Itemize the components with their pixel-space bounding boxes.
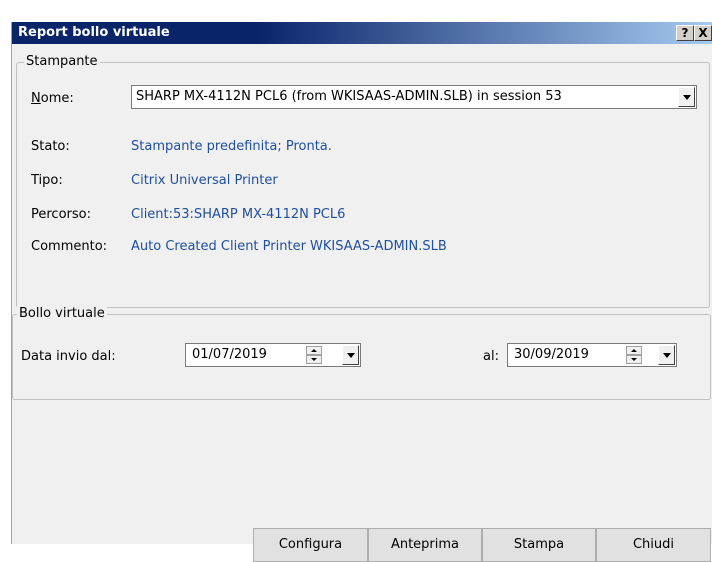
stato-label: Stato: [31, 139, 70, 154]
chevron-down-icon [347, 353, 355, 358]
nome-label: Nome: [31, 91, 74, 106]
stampante-legend: Stampante [24, 54, 100, 69]
chiudi-button[interactable]: Chiudi [596, 528, 711, 562]
data-al-field[interactable]: 30/09/2019 [507, 343, 677, 367]
bollo-virtuale-group: Bollo virtuale Data invio dal: 01/07/201… [12, 306, 711, 400]
printer-select[interactable]: SHARP MX-4112N PCL6 (from WKISAAS-ADMIN.… [131, 85, 697, 109]
al-label: al: [483, 349, 499, 364]
stampante-group: Stampante Nome: SHARP MX-4112N PCL6 (fro… [16, 54, 710, 308]
configura-button[interactable]: Configura [253, 528, 368, 562]
commento-value: Auto Created Client Printer WKISAAS-ADMI… [131, 239, 447, 254]
spin-up-icon[interactable] [306, 346, 322, 355]
help-button[interactable]: ? [676, 25, 694, 41]
tipo-value: Citrix Universal Printer [131, 173, 278, 188]
spin-up-icon[interactable] [626, 346, 642, 355]
data-dal-dropdown-button[interactable] [342, 345, 359, 365]
percorso-value: Client:53:SHARP MX-4112N PCL6 [131, 207, 346, 222]
chevron-down-icon [663, 353, 671, 358]
title-bar[interactable]: Report bollo virtuale ? X [12, 22, 712, 44]
data-al-dropdown-button[interactable] [658, 345, 675, 365]
window-title: Report bollo virtuale [18, 25, 170, 40]
commento-label: Commento: [31, 239, 108, 254]
stato-value: Stampante predefinita; Pronta. [131, 139, 332, 154]
anteprima-button[interactable]: Anteprima [368, 528, 482, 562]
close-button[interactable]: X [694, 25, 712, 41]
bollo-legend: Bollo virtuale [17, 306, 107, 321]
data-al-spinner[interactable] [626, 346, 644, 365]
report-dialog: Report bollo virtuale ? X Stampante Nome… [11, 22, 712, 562]
data-al-value: 30/09/2019 [514, 347, 589, 362]
data-dal-value: 01/07/2019 [192, 347, 267, 362]
data-dal-spinner[interactable] [306, 346, 324, 365]
spin-down-icon[interactable] [306, 355, 322, 364]
data-dal-field[interactable]: 01/07/2019 [185, 343, 361, 367]
chevron-down-icon [683, 95, 691, 100]
printer-dropdown-button[interactable] [678, 87, 695, 107]
data-dal-label: Data invio dal: [21, 349, 116, 364]
spin-down-icon[interactable] [626, 355, 642, 364]
tipo-label: Tipo: [31, 173, 63, 188]
percorso-label: Percorso: [31, 207, 91, 222]
stampa-button[interactable]: Stampa [482, 528, 596, 562]
printer-select-value: SHARP MX-4112N PCL6 (from WKISAAS-ADMIN.… [136, 89, 562, 104]
